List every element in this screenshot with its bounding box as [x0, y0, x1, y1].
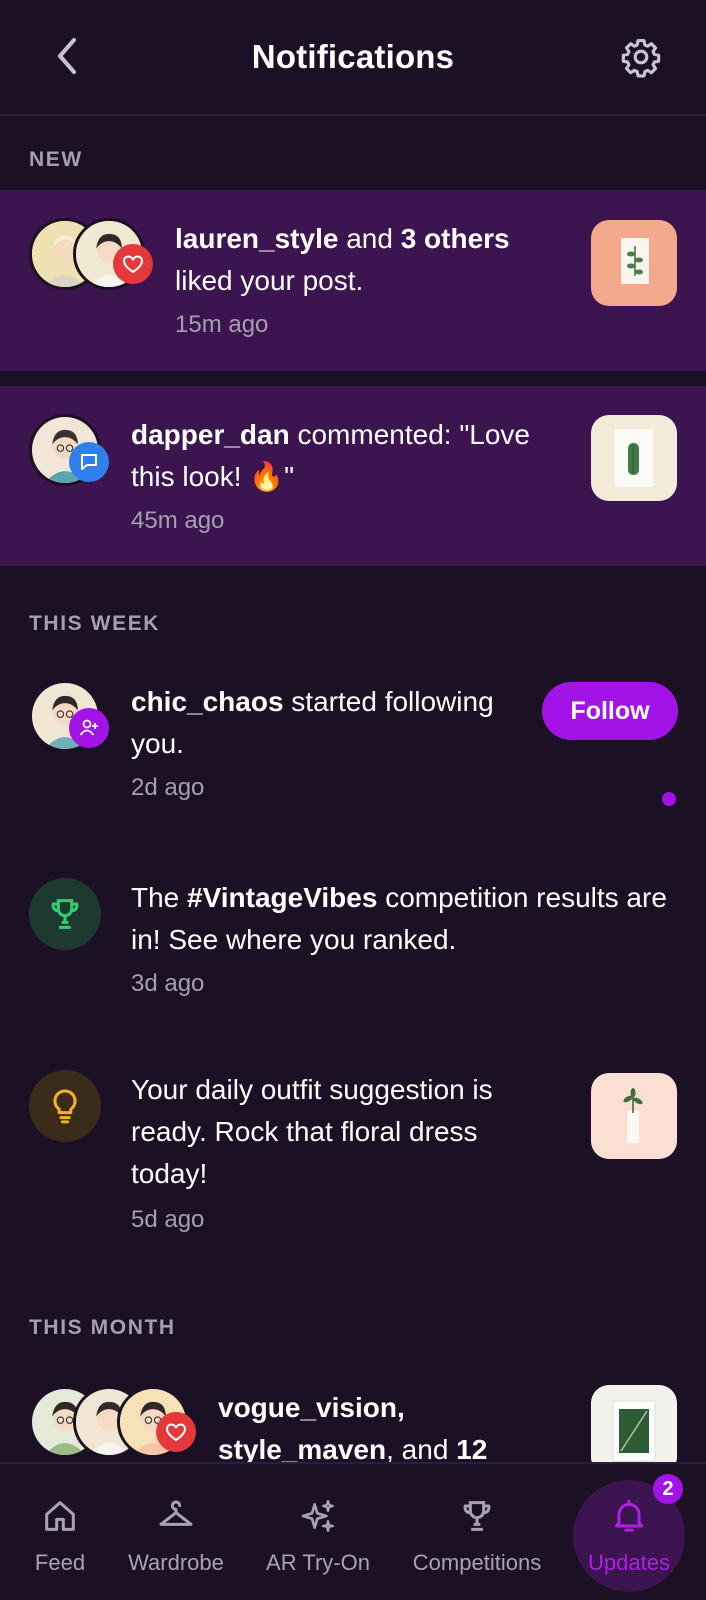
others-count[interactable]: 3 others	[401, 223, 510, 254]
hashtag[interactable]: #VintageVibes	[187, 882, 377, 913]
others-count[interactable]: 12	[456, 1434, 487, 1462]
notification-text: The #VintageVibes competition results ar…	[131, 877, 671, 961]
nav-label: Competitions	[412, 1550, 542, 1575]
timestamp: 45m ago	[131, 507, 225, 534]
notification-text: lauren_style and 3 others liked your post…	[175, 218, 545, 302]
follow-button[interactable]: Follow	[542, 682, 678, 740]
post-thumbnail[interactable]	[591, 1385, 677, 1462]
lightbulb-icon	[29, 1070, 101, 1142]
text-and: , and	[386, 1434, 457, 1462]
timestamp: 2d ago	[131, 774, 205, 801]
comment-icon	[69, 442, 109, 482]
nav-label: AR Try-On	[266, 1550, 370, 1575]
section-label-this-month: THIS MONTH	[29, 1316, 176, 1339]
nav-label: Updates	[588, 1550, 670, 1575]
notification-message: liked your post.	[175, 265, 364, 296]
nav-item-feed[interactable]: Feed	[20, 1464, 100, 1600]
post-thumbnail[interactable]	[591, 220, 677, 306]
post-thumbnail[interactable]	[591, 1073, 677, 1159]
nav-label: Wardrobe	[128, 1550, 224, 1575]
notification-count-badge: 2	[653, 1474, 683, 1504]
bottom-nav: Feed Wardrobe AR Try-On Competitions Upd…	[0, 1462, 706, 1600]
username[interactable]: chic_chaos	[131, 686, 284, 717]
bell-icon	[615, 1499, 643, 1532]
user-plus-icon	[69, 708, 109, 748]
notification-text: vogue_vision, style_maven, and 12	[218, 1387, 558, 1462]
notification-comment[interactable]: dapper_dan commented: "Love this look! 🔥…	[0, 386, 706, 566]
notifications-screen: Notifications NEW lauren_style and 3 oth…	[0, 0, 706, 1600]
header: Notifications	[0, 0, 706, 116]
notification-message: Your daily outfit suggestion is ready. R…	[131, 1074, 493, 1189]
username[interactable]: vogue_vision,	[218, 1392, 405, 1423]
text-and: and	[338, 223, 401, 254]
username[interactable]: style_maven	[218, 1434, 386, 1462]
heart-icon	[156, 1412, 196, 1452]
notification-suggestion[interactable]: Your daily outfit suggestion is ready. R…	[0, 1052, 706, 1242]
notification-like-group[interactable]: vogue_vision, style_maven, and 12	[0, 1370, 706, 1462]
sparkles-icon	[301, 1499, 335, 1533]
gear-icon[interactable]	[620, 36, 662, 78]
home-icon	[45, 1501, 75, 1531]
notification-text: dapper_dan commented: "Love this look! 🔥…	[131, 414, 571, 498]
unread-dot	[662, 792, 676, 806]
nav-item-competitions[interactable]: Competitions	[402, 1464, 552, 1600]
trophy-icon	[463, 1501, 491, 1531]
nav-label: Feed	[34, 1550, 86, 1575]
notification-like[interactable]: lauren_style and 3 others liked your post…	[0, 190, 706, 371]
username[interactable]: dapper_dan	[131, 419, 290, 450]
trophy-icon	[29, 878, 101, 950]
username[interactable]: lauren_style	[175, 223, 338, 254]
section-label-new: NEW	[29, 148, 83, 171]
text-prefix: The	[131, 882, 188, 913]
nav-item-wardrobe[interactable]: Wardrobe	[116, 1464, 236, 1600]
section-label-this-week: THIS WEEK	[29, 612, 161, 635]
page-title: Notifications	[251, 38, 455, 75]
notification-text: chic_chaos started following you.	[131, 681, 521, 765]
timestamp: 15m ago	[175, 311, 269, 338]
notification-text: Your daily outfit suggestion is ready. R…	[131, 1069, 541, 1195]
heart-icon	[113, 244, 153, 284]
hanger-icon	[159, 1500, 193, 1526]
nav-item-ar-try-on[interactable]: AR Try-On	[256, 1464, 380, 1600]
notification-competition[interactable]: The #VintageVibes competition results ar…	[0, 860, 706, 1010]
timestamp: 3d ago	[131, 970, 205, 997]
post-thumbnail[interactable]	[591, 415, 677, 501]
timestamp: 5d ago	[131, 1206, 205, 1233]
